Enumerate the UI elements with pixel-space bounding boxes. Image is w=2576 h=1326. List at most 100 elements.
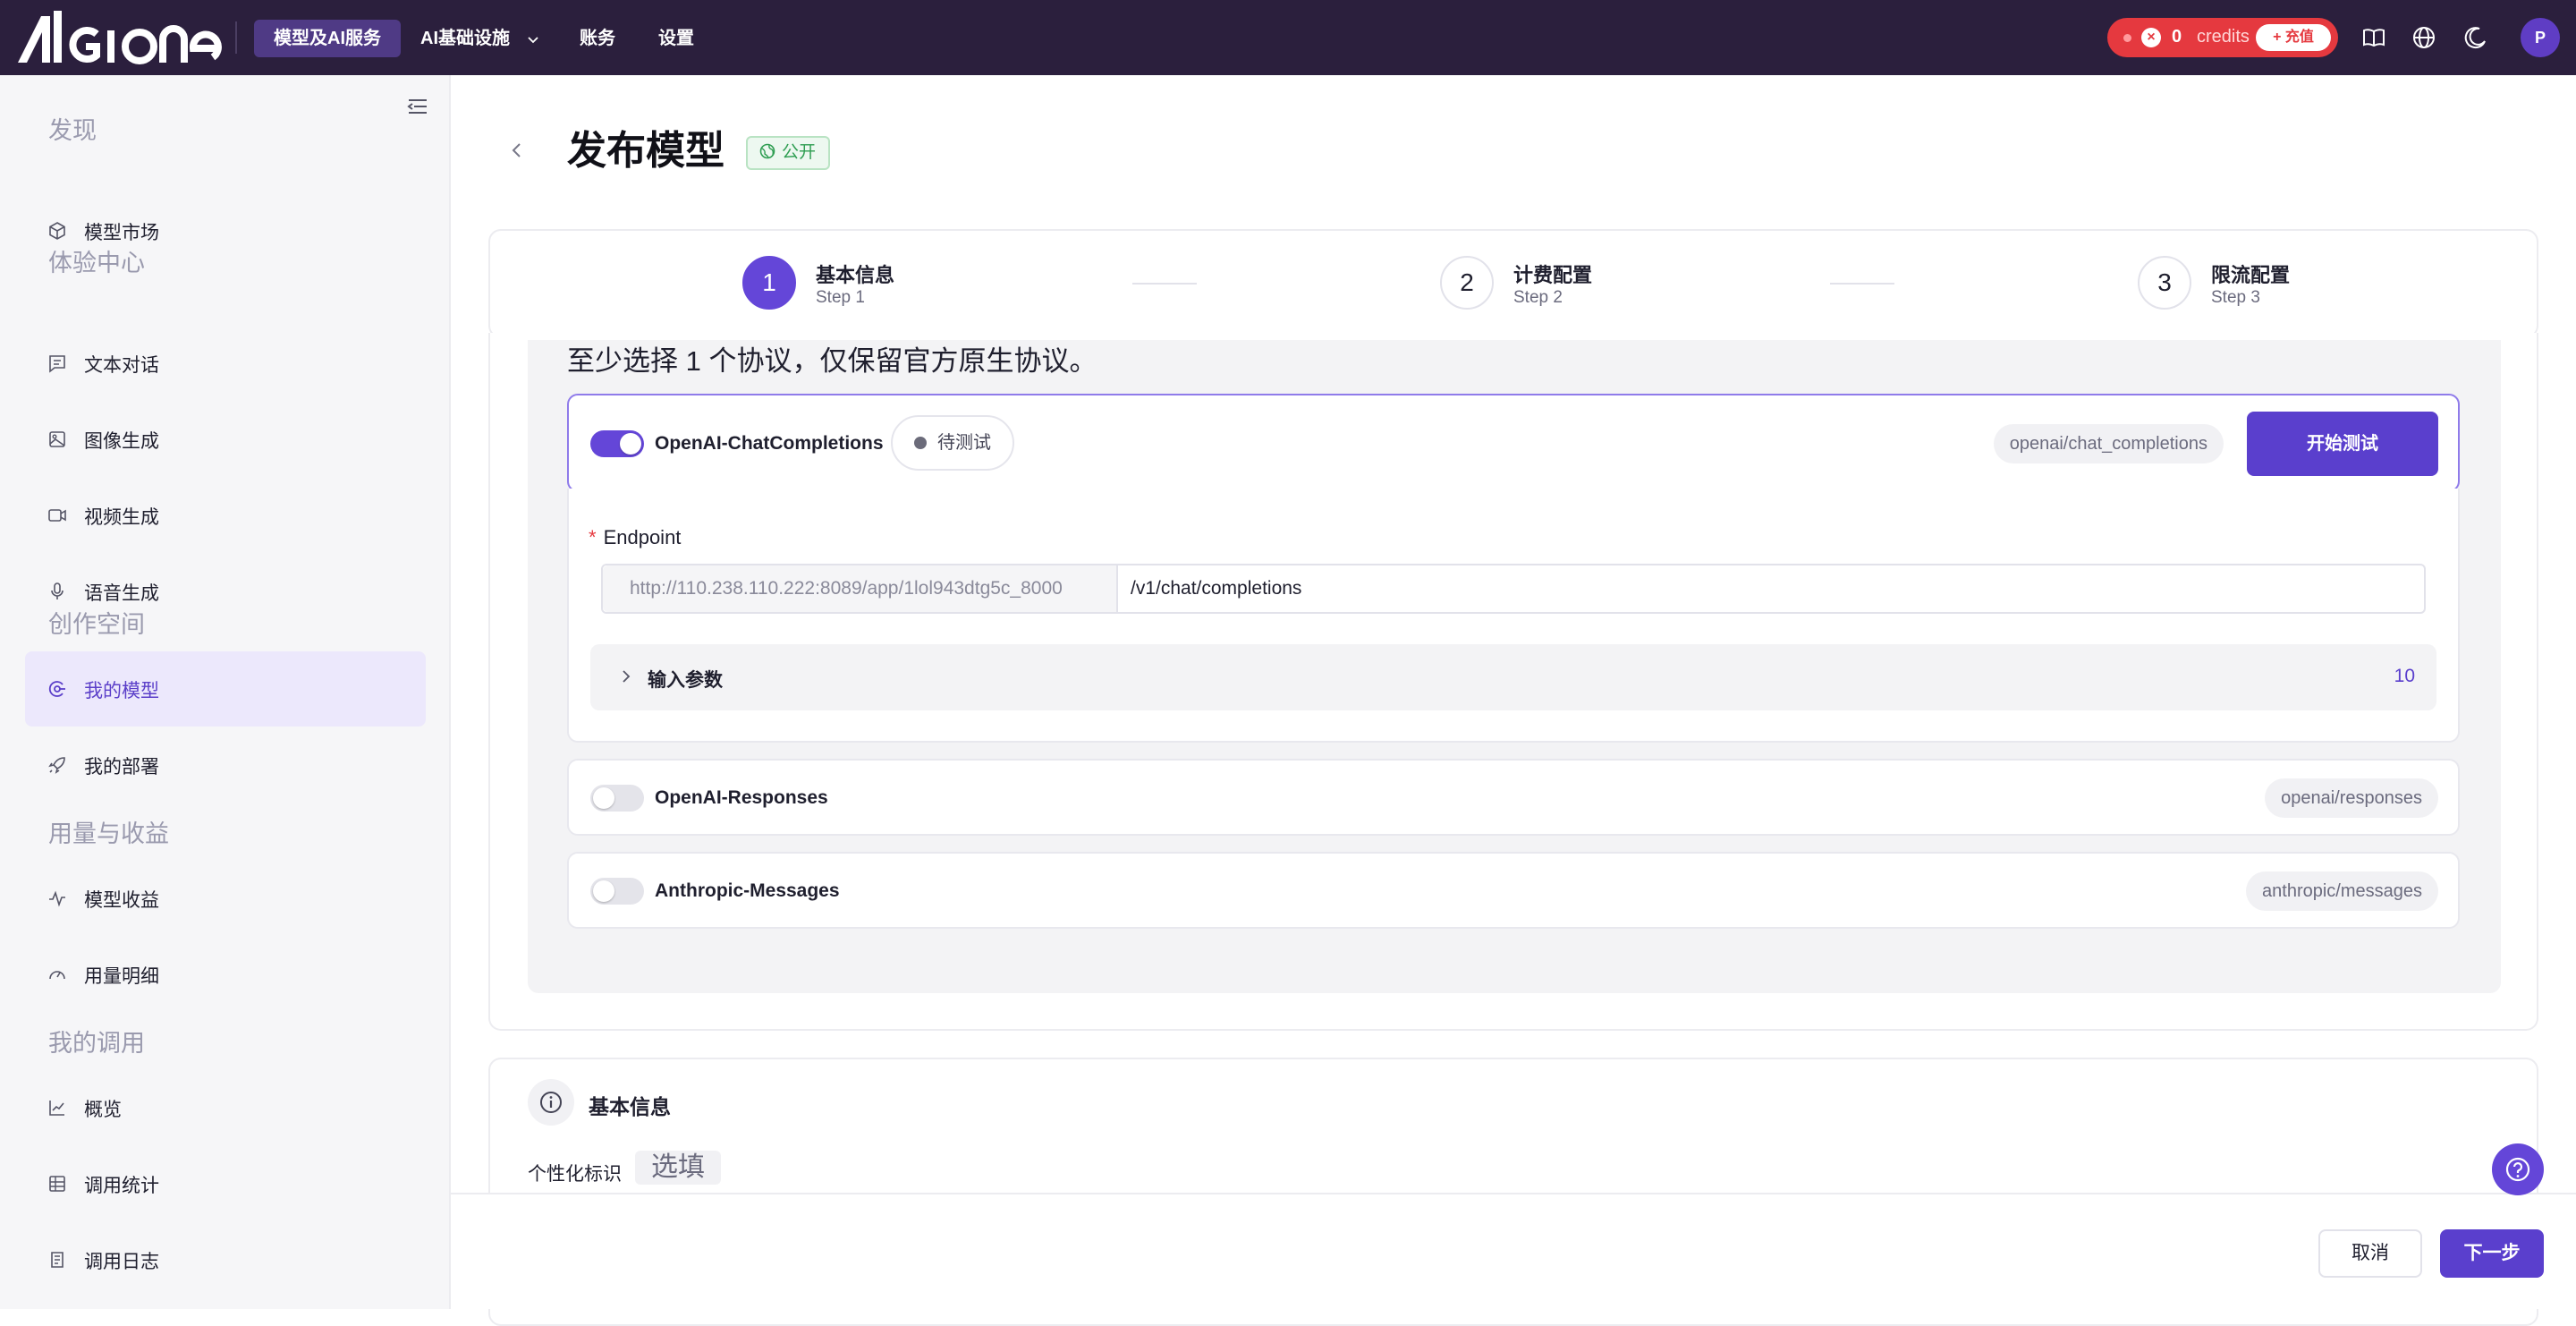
user-avatar[interactable]: P — [2521, 18, 2560, 57]
book-icon[interactable] — [2360, 23, 2388, 52]
protocol-path-chip: openai/chat_completions — [1993, 424, 2224, 463]
endpoint-prefix: http://110.238.110.222:8089/app/1lol943d… — [603, 565, 1118, 612]
protocol-row-responses: OpenAI-Responses openai/responses — [567, 759, 2460, 836]
credits-pill[interactable]: × 0 credits + 充值 — [2107, 18, 2338, 57]
footer-bar — [451, 1193, 2576, 1309]
sidebar-item-label: 用量明细 — [84, 966, 159, 987]
globe-icon — [759, 144, 775, 159]
back-arrow-icon[interactable] — [501, 134, 533, 166]
sidebar-item-my-deployments[interactable]: 我的部署 — [25, 727, 426, 803]
sidebar-item-usage-details[interactable]: 用量明细 — [25, 937, 426, 1012]
endpoint-label-text: Endpoint — [603, 526, 682, 548]
credits-label: credits — [2197, 27, 2250, 47]
sidebar-item-model-revenue[interactable]: 模型收益 — [25, 861, 426, 936]
sidebar-item-label: 调用日志 — [84, 1252, 159, 1272]
endpoint-path-input[interactable]: /v1/chat/completions — [1131, 565, 1301, 612]
step-number: 2 — [1440, 256, 1494, 310]
globe-icon[interactable] — [2410, 23, 2438, 52]
sidebar-section-discover: 发现 — [48, 117, 97, 144]
step-connector — [1132, 283, 1197, 285]
step-subtitle: Step 1 — [816, 288, 865, 307]
model-icon — [48, 681, 65, 697]
required-mark: * — [589, 526, 597, 548]
sidebar-item-label: 视频生成 — [84, 507, 159, 528]
status-dot-icon — [914, 437, 927, 449]
sidebar: 发现 模型市场 体验中心 文本对话 图像生成 视频生成 语音生成 创作空间 我的… — [0, 75, 451, 1309]
toggle-knob — [593, 880, 614, 902]
sidebar-item-my-models[interactable]: 我的模型 — [25, 651, 426, 727]
sidebar-section-experience: 体验中心 — [48, 250, 145, 276]
chevron-down-icon — [527, 37, 538, 43]
sidebar-item-label: 语音生成 — [84, 583, 159, 604]
video-icon — [48, 509, 66, 522]
status-label: 待测试 — [937, 433, 991, 453]
endpoint-label: * Endpoint — [589, 526, 681, 549]
start-test-button[interactable]: 开始测试 — [2247, 412, 2438, 476]
endpoint-input-group: http://110.238.110.222:8089/app/1lol943d… — [601, 564, 2426, 614]
menu-collapse-icon[interactable] — [406, 95, 429, 118]
help-button[interactable] — [2492, 1143, 2544, 1195]
sidebar-item-call-stats[interactable]: 调用统计 — [25, 1146, 426, 1221]
protocol-toggle[interactable] — [590, 878, 644, 905]
sidebar-item-label: 我的模型 — [84, 681, 159, 701]
nav-settings[interactable]: 设置 — [658, 20, 694, 57]
cancel-button[interactable]: 取消 — [2318, 1229, 2422, 1278]
custom-identifier-label: 个性化标识 — [528, 1164, 622, 1185]
badge-label: 公开 — [782, 143, 817, 162]
info-icon — [540, 1092, 562, 1113]
step-number: 3 — [2138, 256, 2191, 310]
basic-info-title: 基本信息 — [589, 1095, 671, 1118]
input-params-collapse[interactable]: 输入参数 10 — [590, 644, 2436, 710]
protocol-toggle[interactable] — [590, 785, 644, 812]
protocol-toggle[interactable] — [590, 430, 644, 457]
step-title: 基本信息 — [816, 264, 895, 286]
table-icon — [49, 1176, 65, 1192]
nav-ai-infrastructure[interactable]: AI基础设施 — [420, 20, 540, 57]
protocol-name: OpenAI-ChatCompletions — [655, 433, 884, 454]
sidebar-item-label: 图像生成 — [84, 431, 159, 452]
sidebar-item-image-gen[interactable]: 图像生成 — [25, 402, 426, 477]
image-icon — [49, 431, 65, 447]
status-dot-icon — [2123, 34, 2131, 42]
toggle-knob — [593, 787, 614, 809]
status-badge: 公开 — [746, 136, 831, 170]
step-connector — [1830, 283, 1894, 285]
recharge-button[interactable]: + 充值 — [2256, 24, 2331, 51]
sidebar-section-creation: 创作空间 — [48, 611, 145, 638]
custom-identifier-input[interactable]: 选填 — [635, 1151, 721, 1185]
toggle-knob — [620, 433, 641, 455]
sidebar-item-video-gen[interactable]: 视频生成 — [25, 478, 426, 553]
chevron-right-icon — [623, 670, 631, 683]
step-title: 计费配置 — [1513, 264, 1593, 286]
step-title: 限流配置 — [2211, 264, 2291, 286]
pulse-icon — [49, 890, 65, 907]
input-params-count: 10 — [2394, 666, 2415, 686]
sidebar-item-call-logs[interactable]: 调用日志 — [25, 1222, 426, 1297]
nav-billing[interactable]: 账务 — [580, 20, 615, 57]
sidebar-item-label: 模型市场 — [84, 223, 159, 243]
input-params-label: 输入参数 — [648, 670, 723, 691]
protocol-path-chip: openai/responses — [2265, 778, 2438, 818]
sidebar-section-my-calls: 我的调用 — [48, 1030, 145, 1057]
protocol-name: OpenAI-Responses — [655, 787, 828, 808]
close-circle-icon: × — [2141, 28, 2161, 47]
sidebar-item-label: 调用统计 — [84, 1176, 159, 1196]
protocol-hint: 至少选择 1 个协议，仅保留官方原生协议。 — [567, 345, 1097, 377]
nav-label: 账务 — [580, 29, 615, 48]
nav-label: 设置 — [658, 29, 694, 48]
help-icon — [2505, 1157, 2530, 1182]
nav-model-ai-services[interactable]: 模型及AI服务 — [254, 20, 401, 57]
sidebar-item-label: 文本对话 — [84, 355, 159, 376]
credits-value: 0 — [2172, 27, 2182, 47]
next-step-button[interactable]: 下一步 — [2440, 1229, 2544, 1278]
brand-logo[interactable] — [14, 7, 222, 68]
moon-icon[interactable] — [2462, 23, 2490, 52]
step-subtitle: Step 2 — [1513, 288, 1563, 307]
gauge-icon — [49, 971, 65, 980]
sidebar-item-label: 概览 — [84, 1100, 122, 1120]
sidebar-item-text-chat[interactable]: 文本对话 — [25, 326, 426, 401]
mic-icon — [51, 582, 64, 599]
chat-icon — [49, 355, 65, 373]
sidebar-item-overview[interactable]: 概览 — [25, 1070, 426, 1145]
top-bar: 模型及AI服务 AI基础设施 账务 设置 × 0 credits + 充值 P — [0, 0, 2576, 75]
